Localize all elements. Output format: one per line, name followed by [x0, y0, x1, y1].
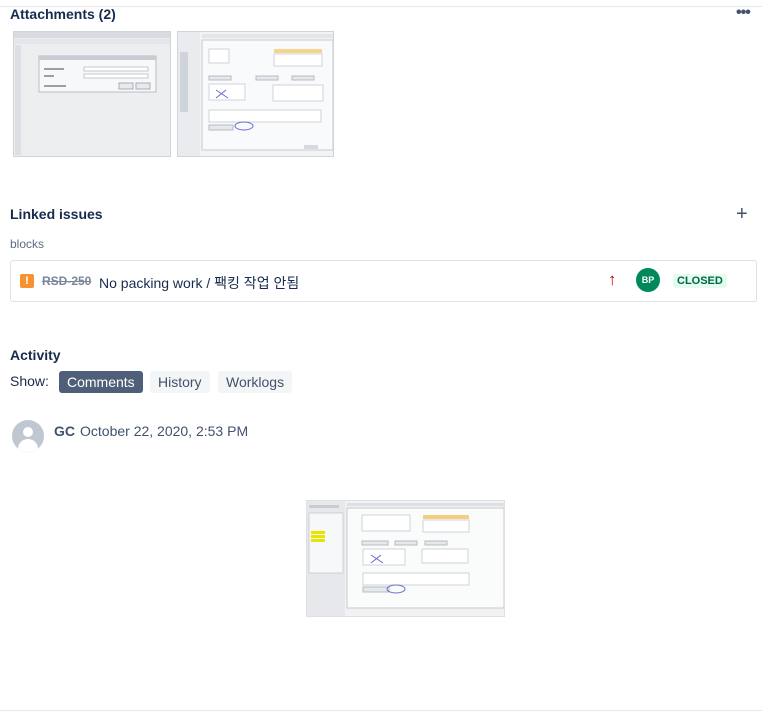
show-label: Show: [10, 373, 49, 389]
avatar[interactable] [12, 420, 44, 452]
assignee-avatar[interactable]: BP [636, 268, 660, 292]
tab-worklogs[interactable]: Worklogs [218, 371, 293, 393]
attachment-thumbnail-image [14, 32, 170, 156]
comment-attachment-svg [307, 501, 504, 616]
comment-attachment-image[interactable] [306, 500, 505, 617]
attachment-thumbnail-image [178, 32, 333, 156]
issue-summary[interactable]: No packing work / 팩킹 작업 안됨 [99, 273, 299, 293]
avatar-body [18, 439, 38, 452]
tab-history[interactable]: History [150, 371, 210, 393]
attachments-title: Attachments (2) [10, 6, 116, 22]
tab-comments[interactable]: Comments [59, 371, 143, 393]
avatar-head [23, 427, 33, 437]
linked-issues-title: Linked issues [10, 206, 103, 222]
attachment-thumbnail[interactable] [13, 31, 171, 157]
comment-author[interactable]: GC [54, 423, 75, 439]
more-horizontal-icon[interactable]: ••• [736, 4, 751, 22]
bug-icon: ! [20, 274, 34, 288]
linked-issue-row[interactable]: ! RSD-250 No packing work / 팩킹 작업 안됨 ↑ B… [10, 260, 757, 302]
comment-date: October 22, 2020, 2:53 PM [80, 423, 249, 439]
status-badge: CLOSED [673, 274, 727, 288]
attachment-thumbnail[interactable] [177, 31, 334, 157]
link-relation-label: blocks [10, 237, 45, 251]
issue-key[interactable]: RSD-250 [42, 274, 91, 288]
plus-icon[interactable]: + [736, 202, 748, 226]
activity-title: Activity [10, 347, 61, 363]
bottom-divider [0, 710, 762, 711]
arrow-up-icon: ↑ [608, 270, 617, 289]
